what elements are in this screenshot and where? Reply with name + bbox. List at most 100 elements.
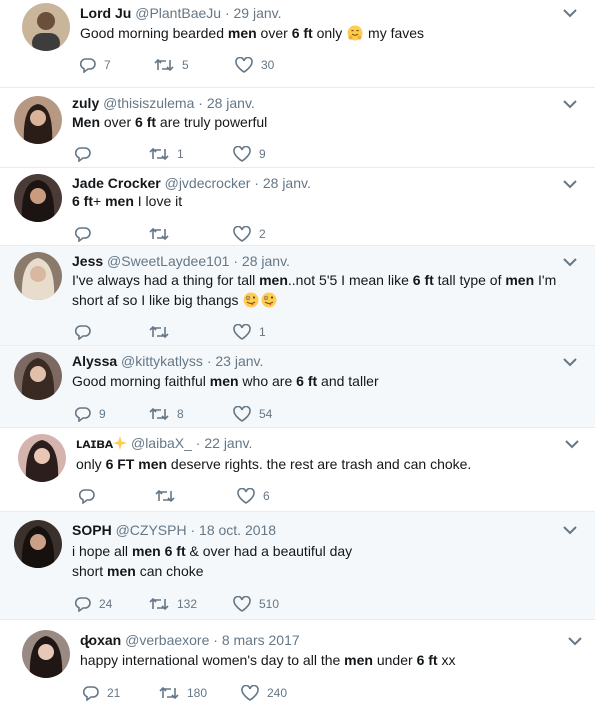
tweet[interactable]: Alyssa @kittykatlyss · 23 janv. Good mor… [0,346,595,428]
user-handle[interactable]: @jvdecrocker [165,175,251,191]
reply-button[interactable]: 24 [75,594,112,614]
chevron-down-icon[interactable] [563,179,577,189]
tweet-actions: 1 9 [75,144,535,164]
avatar[interactable] [14,252,62,300]
display-name[interactable]: zuly [72,95,99,111]
like-count: 9 [259,147,266,161]
tweet-text: Men over 6 ft are truly powerful [72,112,562,132]
user-handle[interactable]: @thisiszulema [103,95,194,111]
like-button[interactable]: 54 [233,404,272,424]
heart-icon [241,685,259,701]
heart-icon [233,226,251,242]
chevron-down-icon[interactable] [563,357,577,367]
separator: · [224,5,230,21]
retweet-button[interactable] [149,224,177,244]
heart-icon [233,406,251,422]
chevron-down-icon[interactable] [563,525,577,535]
reply-button[interactable] [75,224,99,244]
tweet-date[interactable]: 29 janv. [234,5,282,21]
avatar[interactable] [18,434,66,482]
retweet-button[interactable]: 1 [149,144,184,164]
retweet-icon [149,227,169,241]
display-name[interactable]: Jess [72,253,103,269]
avatar[interactable] [14,174,62,222]
chevron-down-icon[interactable] [563,257,577,267]
tweet[interactable]: Jade Crocker @jvdecrocker · 28 janv. 6 f… [0,168,595,246]
chevron-down-icon[interactable] [563,99,577,109]
user-handle[interactable]: @verbaexore [125,632,209,648]
chevron-down-icon[interactable] [563,8,577,18]
chevron-down-icon[interactable] [565,439,579,449]
retweet-button[interactable] [155,486,183,506]
avatar[interactable] [22,3,70,51]
avatar[interactable] [14,352,62,400]
user-handle[interactable]: @kittykatlyss [121,353,203,369]
retweet-button[interactable]: 5 [154,55,189,75]
like-button[interactable]: 9 [233,144,266,164]
tweet[interactable]: Lord Ju @PlantBaeJu · 29 janv. Good morn… [0,0,595,88]
retweet-button[interactable] [149,322,177,342]
reply-icon [83,686,99,701]
tweet[interactable]: ɖ̷oxan @verbaexore · 8 mars 2017 happy i… [0,620,595,712]
text-run: can choke [135,563,204,579]
highlighted-keyword: men [259,272,288,288]
retweet-icon [155,489,175,503]
display-name[interactable]: Alyssa [72,353,117,369]
display-name[interactable]: ɖ̷oxan [80,632,121,648]
reply-button[interactable] [79,486,103,506]
display-name[interactable]: Lord Ju [80,5,131,21]
retweet-button[interactable]: 180 [159,683,207,703]
like-button[interactable]: 510 [233,594,279,614]
reply-button[interactable]: 9 [75,404,106,424]
chevron-down-icon[interactable] [568,636,582,646]
user-handle[interactable]: @PlantBaeJu [135,5,221,21]
tweet[interactable]: SOPH @CZYSPH · 18 oct. 2018 i hope all m… [0,512,595,620]
tweet-date[interactable]: 28 janv. [242,253,290,269]
tweet-date[interactable]: 28 janv. [263,175,311,191]
like-count: 510 [259,597,280,611]
user-handle[interactable]: @SweetLaydee101 [107,253,229,269]
like-button[interactable]: 2 [233,224,266,244]
reply-button[interactable] [75,322,99,342]
display-name[interactable]: Jade Crocker [72,175,161,191]
tweet[interactable]: zuly @thisiszulema · 28 janv. Men over 6… [0,88,595,168]
tweet[interactable]: Jess @SweetLaydee101 · 28 janv. I've alw… [0,246,595,346]
tweet-date[interactable]: 28 janv. [207,95,255,111]
user-handle[interactable]: @CZYSPH [116,522,187,538]
text-run: xx [437,652,456,668]
tweet-date[interactable]: 23 janv. [215,353,263,369]
retweet-button[interactable]: 132 [149,594,197,614]
text-run: over [100,114,136,130]
highlighted-keyword: 6 ft [296,373,318,389]
reply-icon [80,58,96,73]
like-button[interactable]: 1 [233,322,266,342]
like-button[interactable]: 240 [241,683,287,703]
reply-button[interactable]: 7 [80,55,111,75]
retweet-button[interactable]: 8 [149,404,184,424]
tweet-date[interactable]: 8 mars 2017 [222,632,300,648]
display-name[interactable]: SOPH [72,522,112,538]
avatar[interactable] [22,630,70,678]
highlighted-keyword: men [105,193,134,209]
reply-icon [75,147,91,162]
user-handle[interactable]: @laibaX_ [131,435,192,451]
reply-button[interactable]: 21 [83,683,120,703]
text-run: short [72,563,108,579]
tweet-text: Good morning faithful men who are 6 ft a… [72,371,562,391]
avatar[interactable] [14,96,62,144]
display-name[interactable]: ʟᴀɪʙᴀ [76,435,113,451]
reply-icon [79,489,95,504]
text-run: & over had a beautiful day [185,543,353,559]
reply-icon [75,597,91,612]
reply-button[interactable] [75,144,99,164]
reply-count: 9 [99,407,106,421]
tweet[interactable]: ʟᴀɪʙᴀ @laibaX_ · 22 janv. only 6 FT men … [0,428,595,512]
tweet-date[interactable]: 18 oct. 2018 [199,522,276,538]
highlighted-keyword: 6 ft [412,272,434,288]
tweet-date[interactable]: 22 janv. [204,435,252,451]
like-button[interactable]: 30 [235,55,274,75]
highlighted-keyword: 6 ft [72,193,93,209]
like-button[interactable]: 6 [237,486,270,506]
retweet-icon [149,597,169,611]
avatar[interactable] [14,520,62,568]
